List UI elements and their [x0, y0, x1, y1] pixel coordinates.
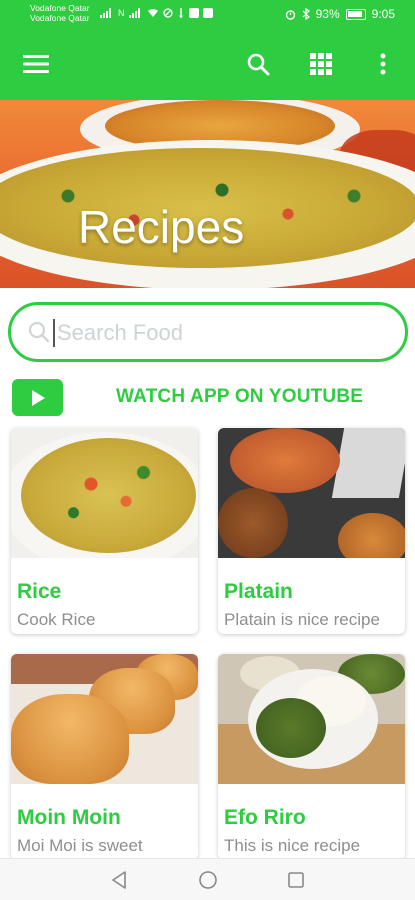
- hero-banner: Recipes: [0, 100, 415, 288]
- youtube-button[interactable]: [12, 379, 63, 416]
- search-bar[interactable]: [8, 302, 408, 362]
- search-input[interactable]: [57, 315, 387, 351]
- search-field-icon: [28, 321, 50, 343]
- grid-view-button[interactable]: [303, 46, 339, 82]
- recipe-card-moin-moin[interactable]: Moin Moin Moi Moi is sweet: [11, 654, 198, 860]
- signal-icon-2: [128, 8, 140, 18]
- recents-square-icon: [288, 872, 304, 888]
- recipe-image: [218, 428, 405, 558]
- back-triangle-icon: [112, 871, 126, 889]
- recipe-description: This is nice recipe: [224, 836, 361, 855]
- recipe-title: Rice: [17, 580, 62, 603]
- recipe-image: [11, 654, 198, 784]
- status-right: 93% 9:05: [285, 7, 395, 21]
- recipe-description: Cook Rice: [17, 610, 96, 629]
- hero-image: [0, 100, 415, 288]
- carrier-2: Vodafone Qatar: [30, 13, 90, 23]
- nav-recents-button[interactable]: [284, 868, 308, 892]
- recipe-card-efo-riro[interactable]: Efo Riro This is nice recipe: [218, 654, 405, 860]
- recipe-description: Moi Moi is sweet: [17, 836, 143, 855]
- app-notification-icon: [188, 8, 199, 18]
- recipe-title: Platain: [224, 580, 293, 603]
- recipe-title: Efo Riro: [224, 806, 306, 829]
- nav-back-button[interactable]: [107, 868, 131, 892]
- blocked-icon: [162, 8, 173, 18]
- status-icons: N: [100, 7, 213, 19]
- app-toolbar: [0, 28, 415, 100]
- recipe-image: [11, 428, 198, 558]
- hamburger-menu-icon: [23, 55, 49, 73]
- toolbar-search-button[interactable]: [240, 46, 276, 82]
- grid-icon: [310, 53, 332, 75]
- system-nav-bar: [0, 858, 415, 900]
- network-type: N: [118, 8, 125, 18]
- more-vert-icon: [380, 53, 386, 75]
- recipe-card-rice[interactable]: Rice Cook Rice: [11, 428, 198, 634]
- bluetooth-icon: [302, 8, 310, 20]
- alarm-icon: [285, 9, 295, 20]
- carrier-info: Vodafone Qatar Vodafone Qatar: [30, 3, 90, 23]
- battery-icon: [345, 8, 366, 20]
- clock: 9:05: [371, 7, 395, 21]
- battery-percent: 93%: [315, 7, 340, 21]
- nav-home-button[interactable]: [196, 868, 220, 892]
- recipe-card-plantain[interactable]: Platain Platain is nice recipe: [218, 428, 405, 634]
- menu-button[interactable]: [18, 46, 54, 82]
- youtube-link[interactable]: WATCH APP ON YOUTUBE: [116, 386, 363, 408]
- signal-icon: [100, 8, 111, 18]
- play-icon: [31, 389, 45, 406]
- search-icon: [247, 53, 270, 76]
- home-circle-icon: [199, 871, 217, 889]
- carrier-1: Vodafone Qatar: [30, 3, 90, 13]
- status-bar: Vodafone Qatar Vodafone Qatar N 93% 9:05: [0, 0, 415, 28]
- more-options-button[interactable]: [365, 46, 401, 82]
- app-notification-icon-2: [202, 8, 213, 18]
- wifi-icon: [147, 9, 158, 17]
- text-cursor: [53, 319, 55, 347]
- recipe-image: [218, 654, 405, 784]
- hero-title: Recipes: [78, 201, 245, 253]
- recipe-title: Moin Moin: [17, 806, 121, 829]
- recipe-description: Platain is nice recipe: [224, 610, 380, 629]
- usb-icon: [179, 8, 182, 18]
